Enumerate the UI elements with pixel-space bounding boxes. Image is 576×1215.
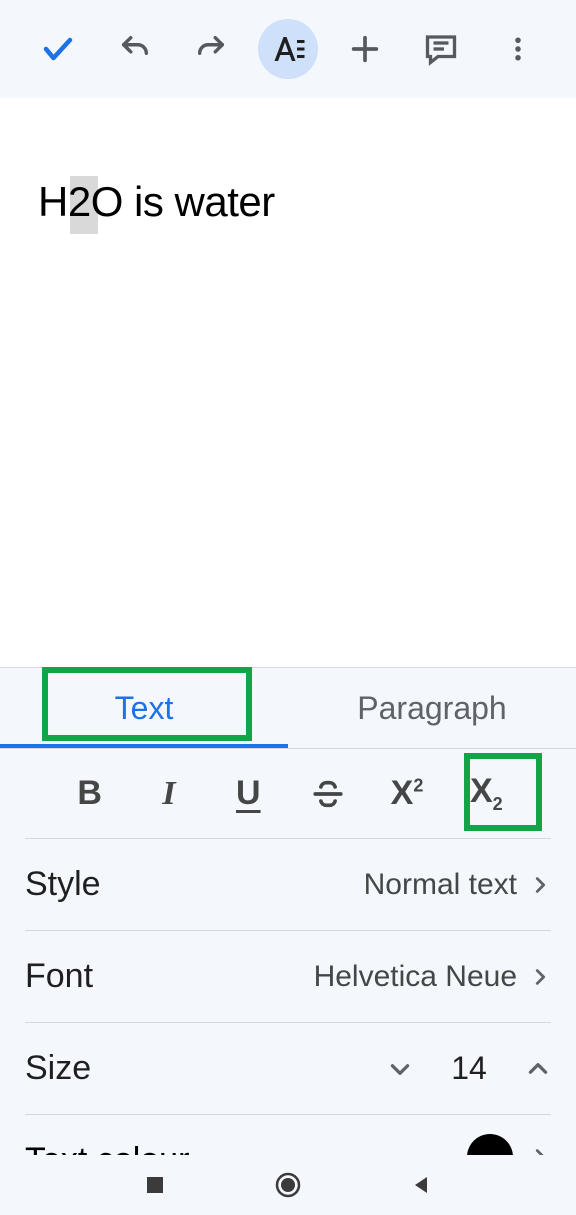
bold-icon: B — [77, 774, 102, 813]
home-button[interactable] — [273, 1170, 303, 1200]
size-row: Size 14 — [25, 1023, 551, 1115]
subscript-button[interactable]: X2 — [447, 772, 526, 815]
tab-paragraph[interactable]: Paragraph — [288, 668, 576, 748]
size-decrease-button[interactable] — [387, 1056, 413, 1082]
comment-button[interactable] — [411, 19, 471, 79]
top-toolbar — [0, 0, 576, 98]
chevron-right-icon — [529, 966, 551, 988]
format-buttons-row: B I U X2 X2 — [25, 749, 551, 839]
document-area[interactable]: H2O is water — [0, 98, 576, 667]
style-row[interactable]: Style Normal text — [25, 839, 551, 931]
more-button[interactable] — [488, 19, 548, 79]
document-content: H2O is water — [38, 178, 275, 225]
chevron-right-icon — [529, 874, 551, 896]
tab-text-label: Text — [115, 690, 174, 727]
recent-apps-button[interactable] — [143, 1173, 167, 1197]
strikethrough-button[interactable] — [288, 777, 367, 811]
size-label: Size — [25, 1049, 91, 1088]
back-button[interactable] — [409, 1173, 433, 1197]
insert-button[interactable] — [335, 19, 395, 79]
bold-button[interactable]: B — [50, 774, 129, 813]
superscript-icon: X2 — [391, 774, 424, 813]
redo-button[interactable] — [181, 19, 241, 79]
size-increase-button[interactable] — [525, 1056, 551, 1082]
underline-button[interactable]: U — [209, 774, 288, 813]
system-nav-bar — [0, 1155, 576, 1215]
font-label: Font — [25, 957, 93, 996]
format-panel: Text Paragraph B I U X2 X2 Style Normal … — [0, 667, 576, 1170]
italic-button[interactable]: I — [129, 775, 208, 813]
tab-text[interactable]: Text — [0, 668, 288, 748]
format-button[interactable] — [258, 19, 318, 79]
italic-icon: I — [162, 775, 175, 813]
font-value: Helvetica Neue — [314, 960, 517, 994]
undo-button[interactable] — [105, 19, 165, 79]
size-value: 14 — [449, 1050, 489, 1087]
tab-paragraph-label: Paragraph — [357, 690, 506, 727]
done-button[interactable] — [28, 19, 88, 79]
style-value: Normal text — [364, 868, 517, 902]
superscript-button[interactable]: X2 — [367, 774, 446, 813]
font-row[interactable]: Font Helvetica Neue — [25, 931, 551, 1023]
style-label: Style — [25, 865, 101, 904]
panel-tabs: Text Paragraph — [0, 668, 576, 748]
subscript-icon: X2 — [470, 772, 503, 815]
underline-icon: U — [236, 774, 261, 813]
